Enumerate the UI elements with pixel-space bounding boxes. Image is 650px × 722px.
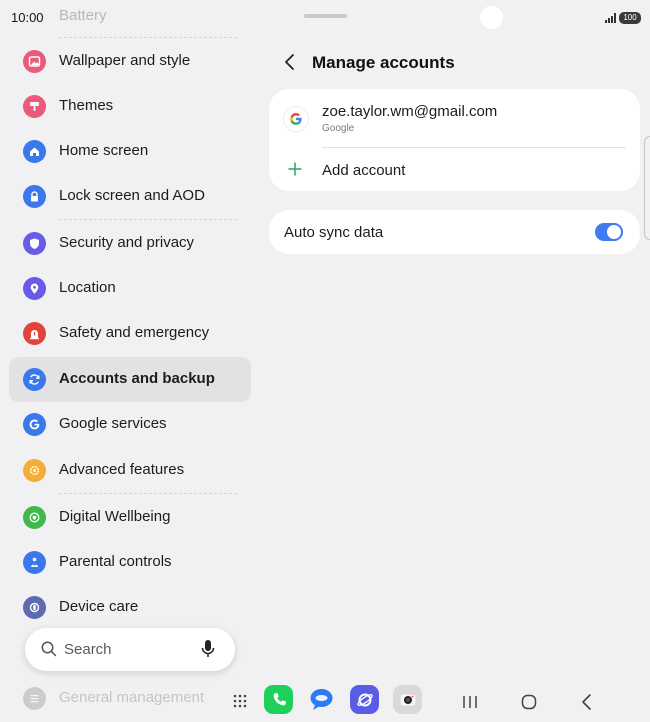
- account-row[interactable]: zoe.taylor.wm@gmail.com Google: [269, 89, 640, 147]
- drag-handle[interactable]: [304, 14, 347, 18]
- sidebar-item-parental-controls[interactable]: Parental controls: [9, 540, 251, 585]
- search-icon: [41, 641, 57, 657]
- edge-panel-handle[interactable]: [644, 136, 650, 240]
- sync-icon: [23, 368, 46, 391]
- sidebar-item-google-services[interactable]: Google services: [9, 402, 251, 447]
- divider: [59, 219, 237, 220]
- sidebar-item-label: Lock screen and AOD: [59, 187, 205, 204]
- auto-sync-label: Auto sync data: [284, 224, 384, 241]
- sidebar-item-label: General management: [59, 689, 205, 706]
- sidebar-item-general-management[interactable]: General management: [9, 676, 251, 721]
- page-title: Manage accounts: [312, 53, 455, 72]
- home-icon: [23, 140, 46, 163]
- back-button[interactable]: [580, 693, 594, 711]
- sidebar-item-label: Safety and emergency: [59, 324, 210, 341]
- search-placeholder: Search: [64, 641, 112, 658]
- device-care-icon: [23, 596, 46, 619]
- back-arrow-icon[interactable]: [280, 52, 300, 72]
- settings-list[interactable]: Battery Wallpaper and style Themes Home …: [0, 0, 260, 722]
- emergency-icon: [23, 322, 46, 345]
- camera-app-icon[interactable]: [393, 685, 422, 714]
- sidebar-item-safety[interactable]: Safety and emergency: [9, 311, 251, 356]
- sidebar-item-advanced-features[interactable]: Advanced features: [9, 448, 251, 493]
- sidebar-item-label: Google services: [59, 415, 167, 432]
- lock-icon: [23, 185, 46, 208]
- search-input[interactable]: Search: [25, 628, 235, 671]
- sidebar-item-label: Digital Wellbeing: [59, 508, 171, 525]
- internet-app-icon[interactable]: [350, 685, 379, 714]
- phone-app-icon[interactable]: [264, 685, 293, 714]
- google-logo-icon: [284, 107, 308, 131]
- sidebar-item-label: Accounts and backup: [59, 370, 215, 387]
- page-header: Manage accounts: [270, 46, 640, 78]
- sidebar-item-label: Device care: [59, 598, 139, 615]
- sidebar-item-security[interactable]: Security and privacy: [9, 221, 251, 266]
- taskbar: [225, 682, 645, 722]
- microphone-icon[interactable]: [200, 639, 216, 659]
- accounts-card: zoe.taylor.wm@gmail.com Google Add accou…: [269, 89, 640, 191]
- plus-icon: [288, 162, 302, 176]
- wellbeing-icon: [23, 506, 46, 529]
- themes-icon: [23, 95, 46, 118]
- sidebar-item-label: Wallpaper and style: [59, 52, 191, 69]
- general-management-icon: [23, 687, 46, 710]
- account-type: Google: [322, 123, 355, 134]
- signal-icon: [605, 13, 616, 23]
- divider: [59, 493, 237, 494]
- account-email: zoe.taylor.wm@gmail.com: [322, 103, 498, 120]
- messages-app-icon[interactable]: [307, 685, 336, 714]
- sidebar-item-label: Security and privacy: [59, 234, 195, 251]
- wallpaper-icon: [23, 50, 46, 73]
- add-account-button[interactable]: Add account: [269, 148, 640, 191]
- sidebar-item-home-screen[interactable]: Home screen: [9, 129, 251, 174]
- sidebar-item-label: Location: [59, 279, 116, 296]
- sidebar-item-battery-faded[interactable]: Battery: [59, 7, 107, 24]
- recents-button[interactable]: [462, 694, 478, 710]
- sidebar-item-lock-screen[interactable]: Lock screen and AOD: [9, 174, 251, 219]
- sidebar-item-label: Advanced features: [59, 461, 185, 478]
- sidebar-item-device-care[interactable]: Device care: [9, 585, 251, 630]
- parental-icon: [23, 551, 46, 574]
- sidebar-item-label: Parental controls: [59, 553, 172, 570]
- app-drawer-icon[interactable]: [233, 694, 247, 708]
- auto-sync-toggle[interactable]: [595, 223, 623, 241]
- battery-icon: 100: [619, 12, 641, 24]
- google-g-icon: [23, 413, 46, 436]
- sidebar-item-wallpaper[interactable]: Wallpaper and style: [9, 39, 251, 84]
- divider: [59, 37, 237, 38]
- gear-star-icon: [23, 459, 46, 482]
- location-pin-icon: [23, 277, 46, 300]
- shield-icon: [23, 232, 46, 255]
- sidebar-item-label: Home screen: [59, 142, 149, 159]
- sidebar-item-themes[interactable]: Themes: [9, 84, 251, 129]
- sidebar-item-accounts-backup[interactable]: Accounts and backup: [9, 357, 251, 402]
- sidebar-item-location[interactable]: Location: [9, 266, 251, 311]
- add-account-label: Add account: [322, 162, 406, 179]
- toggle-knob: [607, 225, 621, 239]
- home-button[interactable]: [521, 694, 537, 710]
- sidebar-item-label: Themes: [59, 97, 114, 114]
- camera-cutout: [480, 6, 503, 29]
- auto-sync-row[interactable]: Auto sync data: [269, 210, 640, 254]
- sidebar-item-digital-wellbeing[interactable]: Digital Wellbeing: [9, 495, 251, 540]
